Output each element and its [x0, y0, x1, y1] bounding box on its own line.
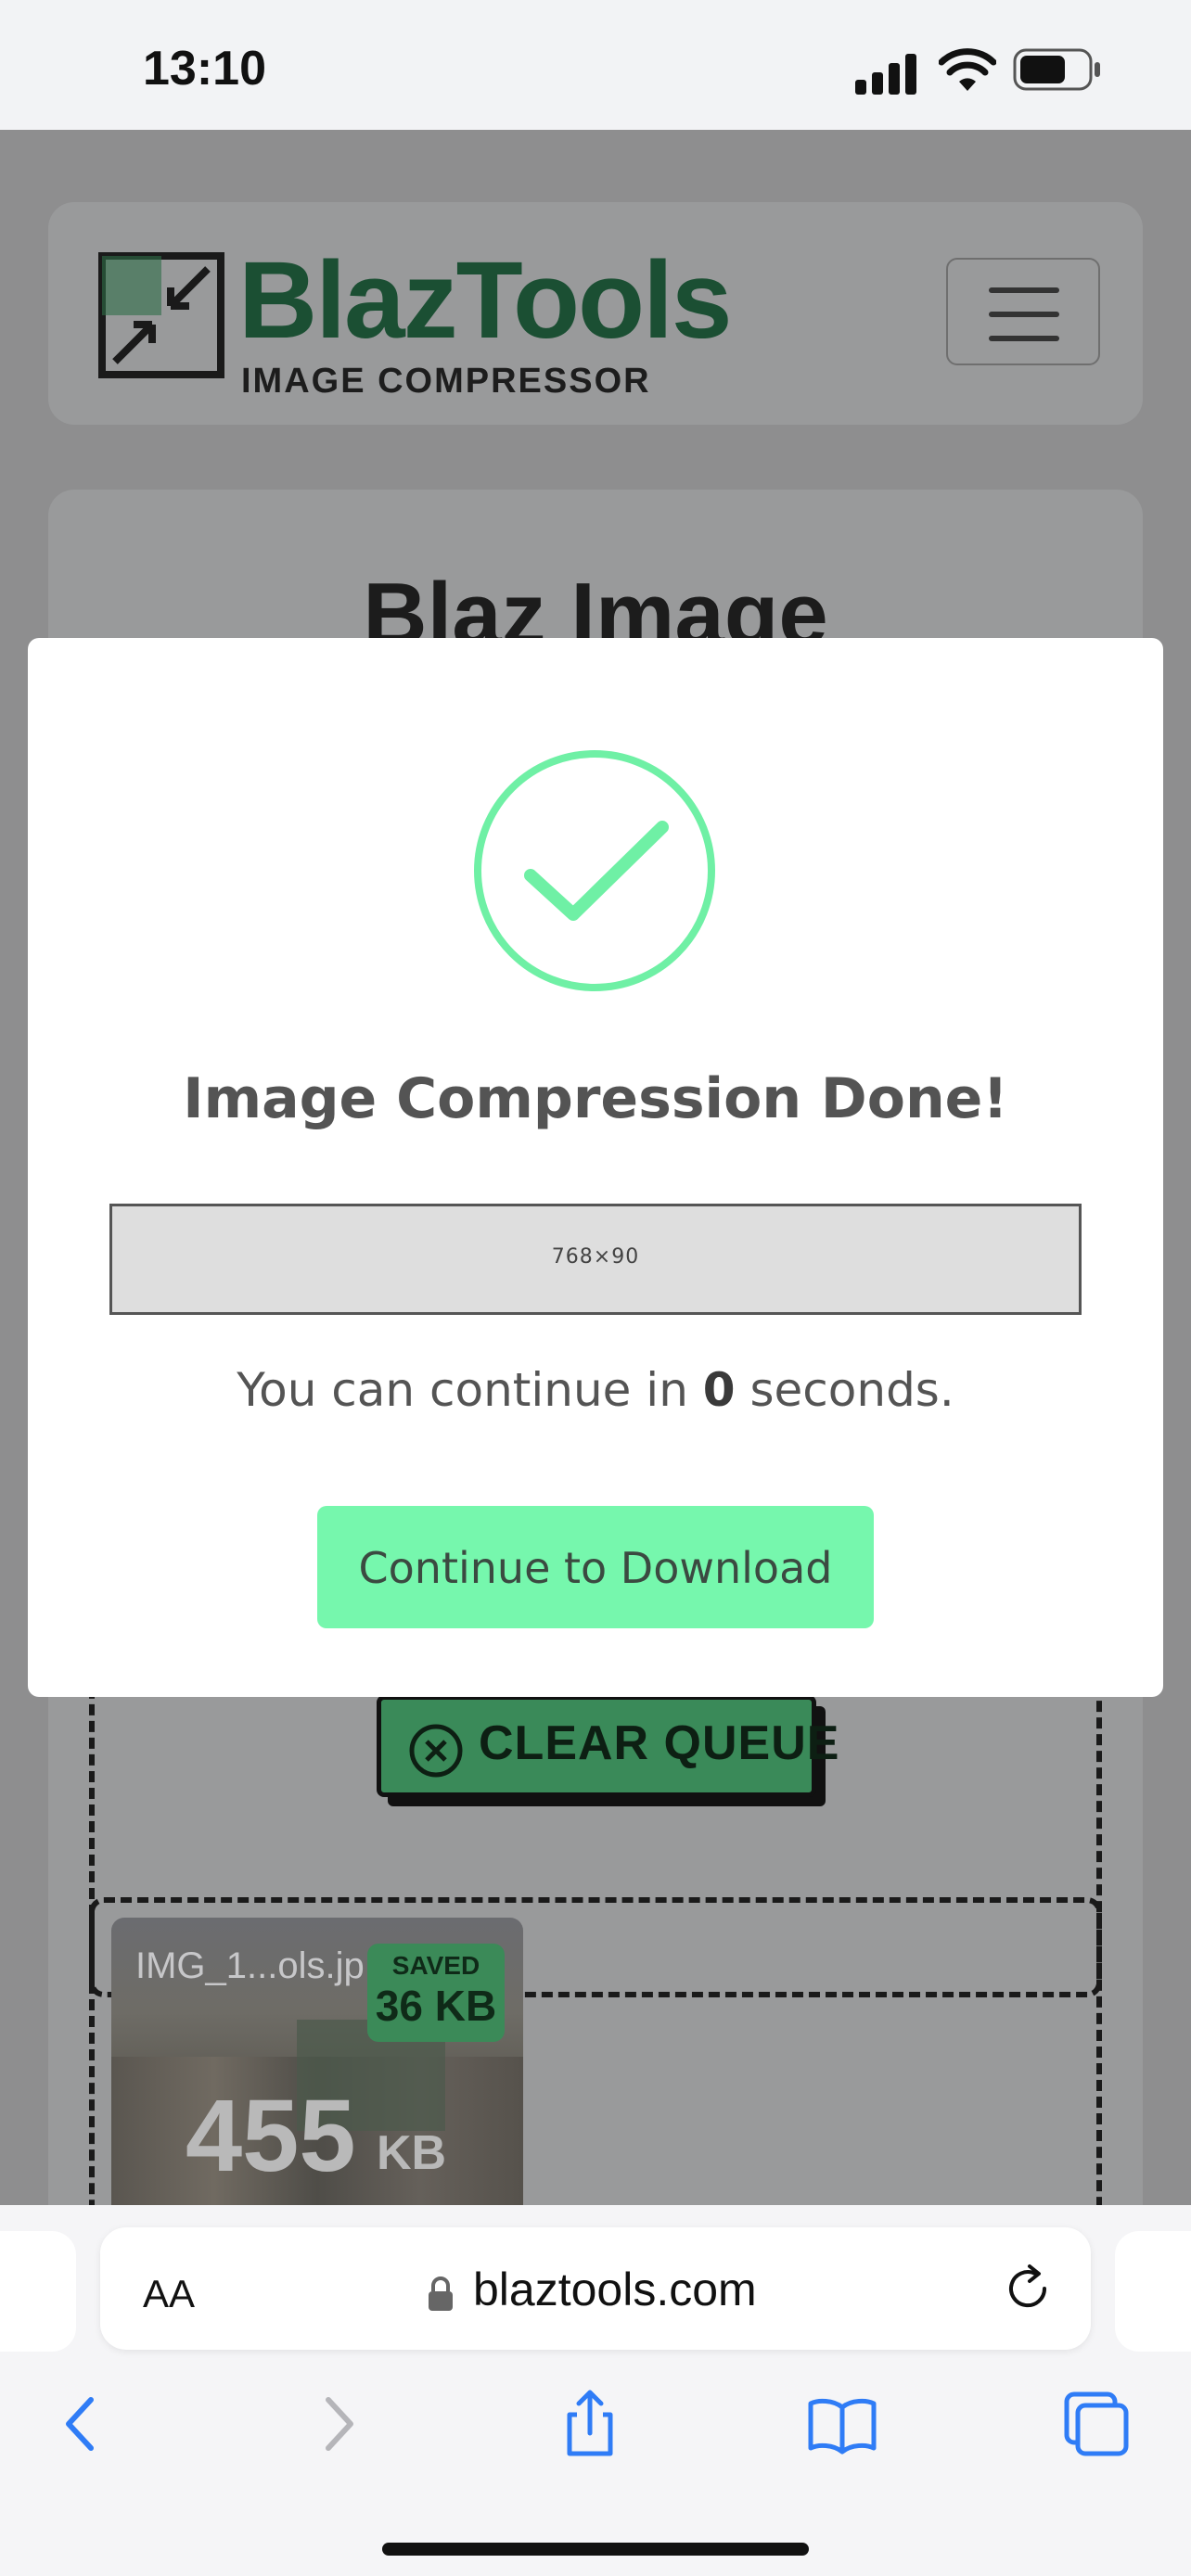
hamburger-menu-button[interactable]	[946, 258, 1100, 365]
status-bar: 13:10	[0, 0, 1191, 130]
file-name: IMG_1...ols.jp	[135, 1945, 365, 1986]
previous-tab-pill[interactable]	[0, 2231, 76, 2352]
countdown-value: 0	[702, 1363, 736, 1417]
text-size-button[interactable]: AA	[143, 2272, 195, 2316]
share-icon[interactable]	[553, 2387, 627, 2461]
continue-button-label: Continue to Download	[358, 1543, 833, 1593]
modal-title: Image Compression Done!	[183, 1066, 1008, 1131]
cellular-signal-icon	[855, 54, 916, 95]
compress-logo-icon	[98, 252, 224, 378]
file-size-value: 455	[186, 2079, 356, 2193]
countdown-suffix: seconds.	[735, 1363, 954, 1417]
forward-icon[interactable]	[302, 2387, 377, 2461]
saved-value: 36 KB	[375, 1982, 497, 2030]
status-time: 13:10	[143, 42, 266, 96]
site-navbar: BlazTools IMAGE COMPRESSOR	[48, 202, 1143, 425]
wifi-icon	[939, 48, 996, 91]
ad-size-label: 768×90	[551, 1245, 640, 1269]
bookmarks-icon[interactable]	[805, 2387, 879, 2461]
file-size-unit: KB	[377, 2126, 447, 2180]
lock-icon	[429, 2276, 453, 2311]
browser-toolbar: AA blaztools.com	[0, 2205, 1191, 2576]
check-circle-icon	[474, 750, 715, 991]
reload-icon[interactable]	[1002, 2263, 1054, 2315]
home-indicator	[382, 2543, 809, 2556]
tabs-icon[interactable]	[1059, 2387, 1133, 2461]
battery-icon	[1013, 48, 1100, 91]
countdown-prefix: You can continue in	[237, 1363, 703, 1417]
continue-to-download-button[interactable]: Continue to Download	[317, 1506, 874, 1628]
back-icon[interactable]	[43, 2387, 117, 2461]
ad-placeholder: 768×90	[109, 1204, 1082, 1315]
brand-name: BlazTools	[238, 239, 733, 362]
next-tab-pill[interactable]	[1115, 2231, 1191, 2352]
saved-label: SAVED	[391, 1951, 480, 1980]
clear-queue-label: CLEAR QUEUE	[479, 1716, 840, 1770]
countdown-text: You can continue in 0 seconds.	[0, 1363, 1191, 1417]
brand-subtitle: IMAGE COMPRESSOR	[241, 362, 651, 401]
close-circle-icon	[409, 1724, 463, 1778]
url-text[interactable]: blaztools.com	[473, 2263, 757, 2316]
